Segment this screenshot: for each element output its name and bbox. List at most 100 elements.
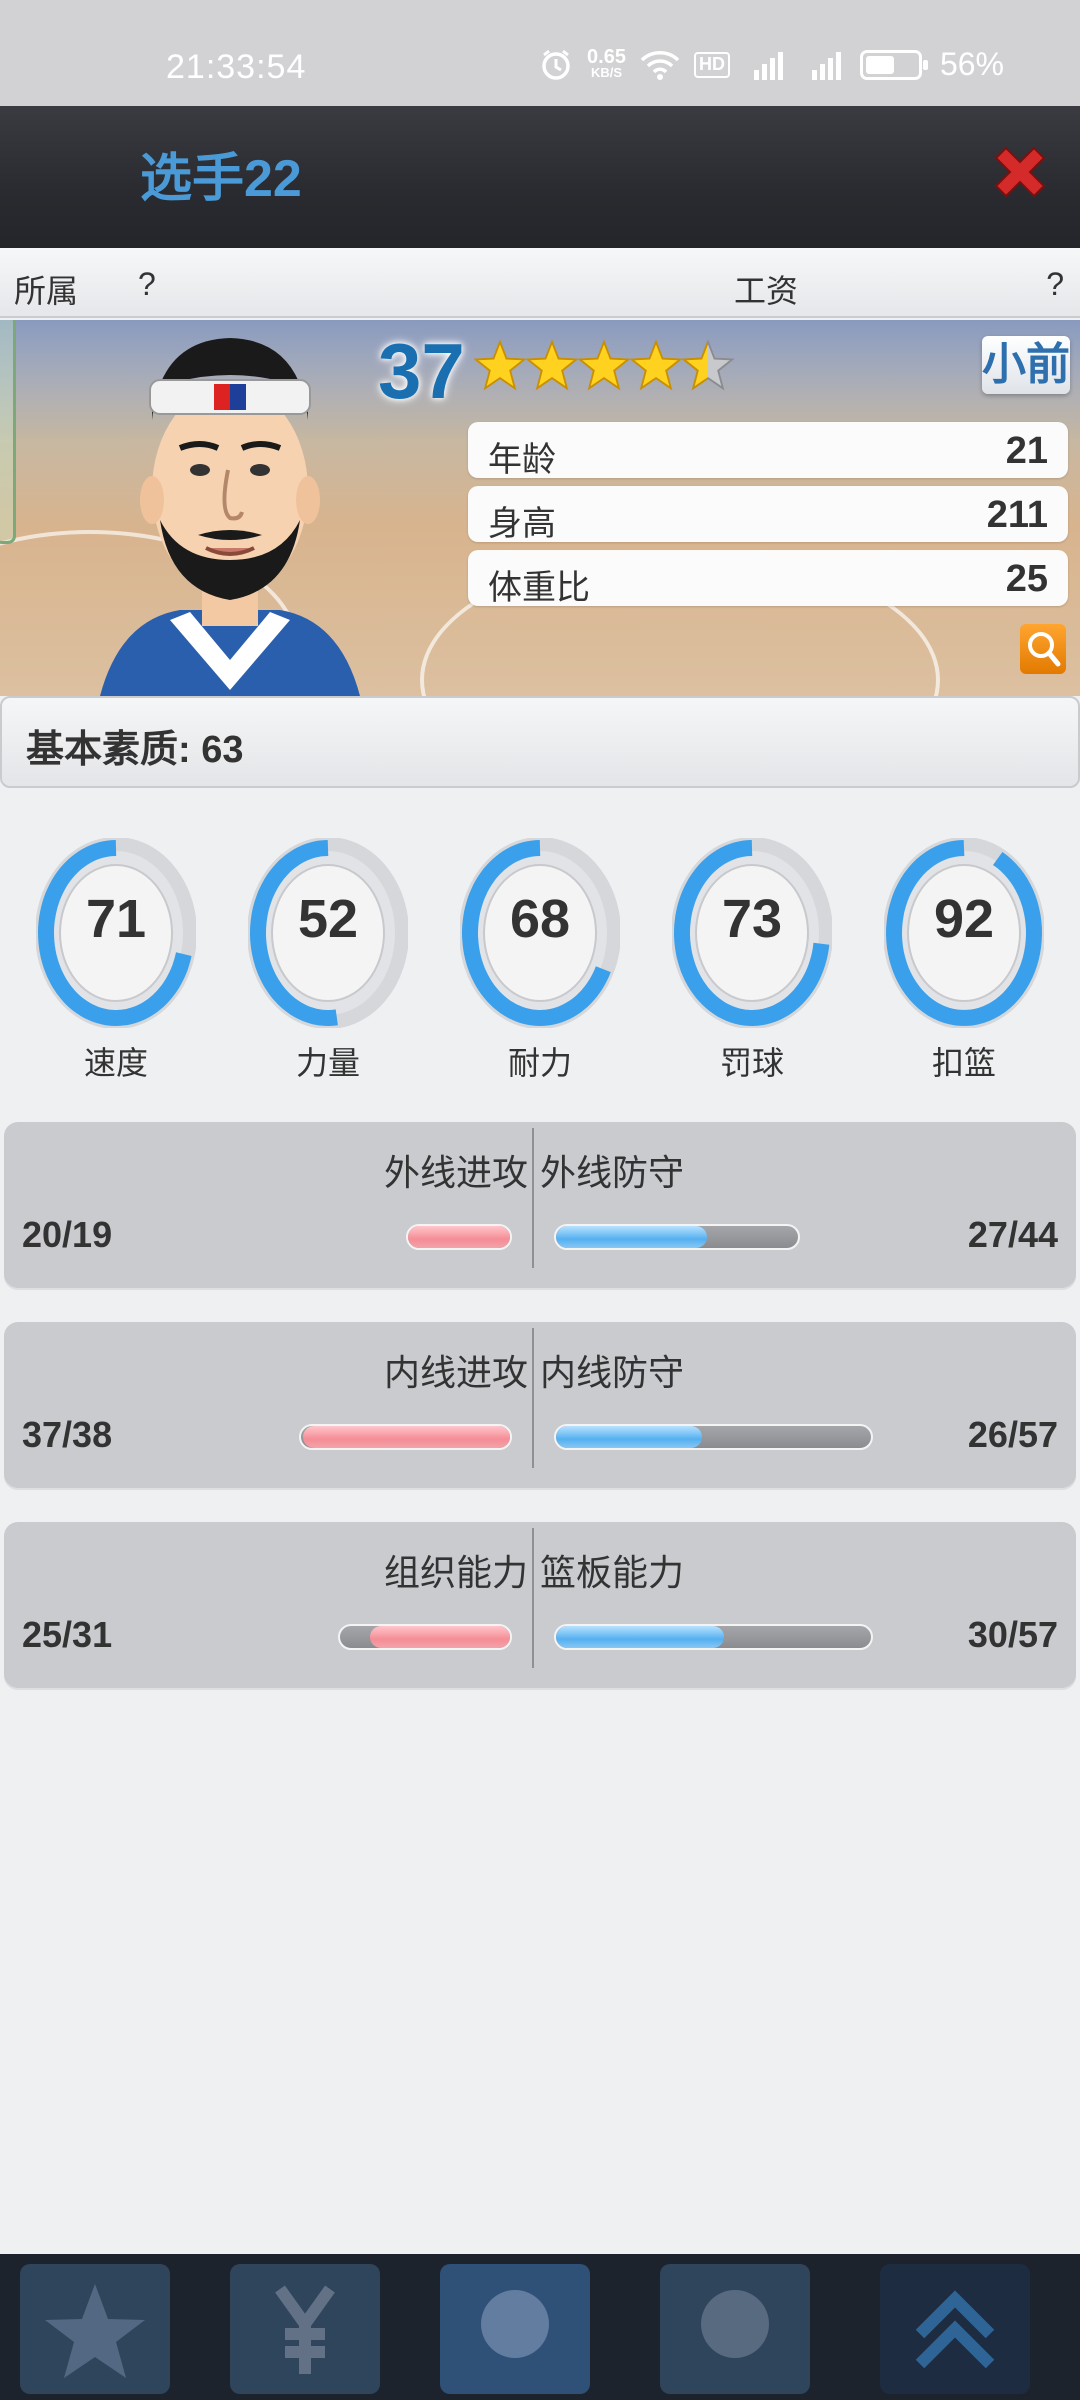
search-button[interactable]	[1020, 624, 1066, 674]
star-icon	[526, 339, 578, 391]
comparison-card: 内线进攻 内线防守 37/38 26/57	[4, 1322, 1076, 1490]
card-divider	[532, 1128, 534, 1268]
status-bar: 21:33:54 0.65 KB/S HD 56%	[0, 0, 1080, 106]
star-icon	[45, 2284, 145, 2378]
status-icons: 0.65 KB/S HD 56%	[539, 46, 1004, 83]
attr-label: 年龄	[488, 441, 556, 479]
signal-sim1-icon	[744, 48, 788, 82]
bottom-nav	[0, 2254, 1080, 2400]
alarm-icon	[539, 48, 573, 82]
left-bar-fill	[407, 1226, 510, 1248]
left-bar	[299, 1424, 512, 1450]
info-row: 所属 ? 工资 ?	[0, 248, 1080, 318]
basic-quality-bar: 基本素质: 63	[0, 696, 1080, 788]
right-bar-fill	[556, 1226, 708, 1248]
player-banner: 37 小前 年龄 21 身高 211 体重比 25	[0, 320, 1080, 696]
nav-item-team[interactable]	[440, 2264, 590, 2394]
salary-value: ?	[1046, 266, 1064, 302]
right-title: 外线防守	[540, 1152, 685, 1193]
left-bar	[405, 1224, 512, 1250]
star-icon	[630, 339, 682, 391]
net-speed-value: 0.65	[587, 45, 626, 68]
left-value: 20/19	[22, 1214, 113, 1255]
attr-value: 21	[1005, 430, 1048, 472]
nav-item-shop[interactable]	[230, 2264, 380, 2394]
right-title: 内线防守	[540, 1352, 685, 1393]
signal-sim2-icon	[802, 48, 846, 82]
player-panel: 所属 ? 工资 ? 37 小前 年龄 21 身高 211 体重比 25 基本素质…	[0, 248, 1080, 2254]
nav-item-more[interactable]	[880, 2264, 1030, 2394]
overall-rating: 37	[378, 327, 465, 415]
nav-item-home[interactable]	[20, 2264, 170, 2394]
left-title: 外线进攻	[383, 1152, 528, 1193]
star-icon	[682, 339, 734, 391]
status-time: 21:33:54	[166, 48, 307, 86]
right-bar	[554, 1224, 801, 1250]
close-x-icon	[994, 146, 1046, 198]
gauge-4: 73 罚球	[672, 838, 832, 1098]
right-value: 26/57	[967, 1414, 1058, 1455]
gauge-label: 力量	[295, 1045, 360, 1081]
gauge-label: 速度	[83, 1045, 148, 1081]
affiliation-label: 所属	[14, 273, 79, 309]
gauge-3: 68 耐力	[460, 838, 620, 1098]
gauge-label: 罚球	[719, 1045, 784, 1081]
affiliation-value: ?	[138, 266, 156, 302]
team-icon	[481, 2290, 549, 2358]
gauge-label: 扣篮	[931, 1045, 996, 1081]
attr-weight-ratio: 体重比 25	[468, 550, 1068, 607]
battery-percent: 56%	[939, 46, 1004, 82]
attr-value: 25	[1005, 558, 1048, 600]
left-title: 内线进攻	[383, 1352, 528, 1393]
net-speed-unit: KB/S	[590, 64, 623, 80]
right-value: 27/44	[967, 1214, 1058, 1255]
attr-label: 体重比	[488, 569, 590, 607]
star-rating	[474, 338, 734, 394]
card-divider	[532, 1528, 534, 1668]
battery-icon	[859, 49, 928, 80]
card-divider	[532, 1328, 534, 1468]
attr-label: 身高	[488, 505, 556, 543]
gauge-2: 52 力量	[248, 838, 408, 1098]
gauge-value: 92	[933, 889, 995, 949]
right-bar-fill	[556, 1626, 724, 1648]
yen-icon	[275, 2285, 335, 2374]
left-value: 37/38	[22, 1414, 113, 1455]
gauge-1: 71 速度	[36, 838, 196, 1098]
comparison-card: 组织能力 篮板能力 25/31 30/57	[4, 1522, 1076, 1690]
page-title: 选手22	[140, 150, 302, 208]
gauge-5: 92 扣篮	[884, 838, 1044, 1098]
magnifier-icon	[1028, 632, 1061, 667]
side-tab[interactable]	[0, 320, 16, 544]
left-title: 组织能力	[383, 1552, 528, 1593]
hd-icon: HD	[693, 51, 730, 78]
right-bar	[554, 1624, 874, 1650]
attr-height: 身高 211	[468, 486, 1068, 543]
star-icon	[474, 339, 526, 391]
basic-quality-text: 基本素质: 63	[26, 729, 244, 771]
attr-age: 年龄 21	[468, 422, 1068, 479]
header: 选手22	[0, 106, 1080, 248]
close-button[interactable]	[988, 140, 1052, 204]
net-speed: 0.65 KB/S	[587, 45, 626, 81]
left-bar	[338, 1624, 512, 1650]
star-icon	[578, 339, 630, 391]
gauge-row: 71 速度 52 力量 68 耐力 73 罚球 92 扣篮	[0, 838, 1080, 1098]
gauge-value: 71	[85, 889, 147, 949]
gauge-value: 73	[721, 889, 783, 949]
nav-item-match[interactable]	[660, 2264, 810, 2394]
ball-icon	[701, 2290, 769, 2358]
position-badge: 小前	[982, 336, 1070, 394]
gauge-value: 52	[297, 889, 359, 949]
gauge-label: 耐力	[507, 1045, 572, 1081]
right-bar-fill	[556, 1426, 702, 1448]
gauge-value: 68	[509, 889, 571, 949]
left-bar-fill	[302, 1426, 510, 1448]
comparison-card: 外线进攻 外线防守 20/19 27/44	[4, 1122, 1076, 1290]
attr-value: 211	[986, 494, 1048, 536]
player-avatar	[100, 338, 360, 696]
left-value: 25/31	[22, 1614, 113, 1655]
right-title: 篮板能力	[540, 1552, 685, 1593]
battery-fill	[865, 55, 894, 74]
salary-label: 工资	[734, 273, 799, 309]
